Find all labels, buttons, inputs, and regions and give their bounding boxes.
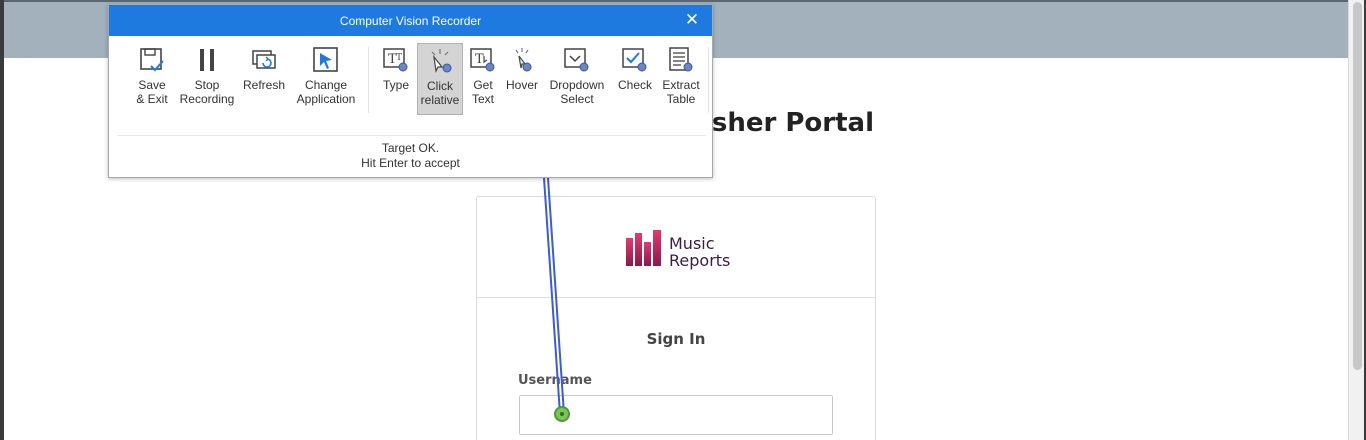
check-icon xyxy=(622,48,647,72)
type-button[interactable]: T T Type xyxy=(375,43,417,115)
logo-section: Music Reports xyxy=(477,197,875,298)
tool-label: Get xyxy=(473,78,493,92)
tool-label: Hover xyxy=(505,78,538,92)
toolbar-separator xyxy=(708,47,709,113)
tool-label: Table xyxy=(666,92,696,106)
recorder-toolbar: Save & Exit Stop Recording Refresh Chang… xyxy=(117,43,709,117)
recorder-divider xyxy=(117,135,706,136)
tool-label: Select xyxy=(560,92,594,106)
stop-recording-button[interactable]: Stop Recording xyxy=(175,43,239,115)
close-icon[interactable]: ✕ xyxy=(682,10,702,30)
tool-label: Application xyxy=(296,92,356,106)
tool-label: Extract xyxy=(662,78,700,92)
refresh-button[interactable]: Refresh xyxy=(239,43,289,115)
extract-table-button[interactable]: Extract Table xyxy=(658,43,704,115)
music-reports-logo-icon xyxy=(626,230,661,266)
tool-label: Refresh xyxy=(242,78,286,92)
dropdown-select-button[interactable]: Dropdown Select xyxy=(545,43,609,115)
tool-label: & Exit xyxy=(136,92,168,106)
hover-button[interactable]: Hover xyxy=(502,43,542,115)
type-icon: T T xyxy=(383,48,408,72)
logo-text-line2: Reports xyxy=(669,251,731,270)
tool-label: Stop xyxy=(194,78,220,92)
recorder-title: Computer Vision Recorder xyxy=(339,14,482,28)
tool-label: Click xyxy=(427,79,453,93)
tool-label: Text xyxy=(471,92,494,106)
tool-label: Type xyxy=(382,78,409,92)
recorder-status: Target OK. Hit Enter to accept xyxy=(109,141,712,171)
hover-icon xyxy=(515,48,532,72)
pause-icon xyxy=(200,49,214,71)
tool-label: Change xyxy=(304,78,348,92)
status-line2: Hit Enter to accept xyxy=(361,156,460,170)
tool-label: relative xyxy=(420,93,460,107)
check-button[interactable]: Check xyxy=(613,43,657,115)
save-exit-button[interactable]: Save & Exit xyxy=(121,43,183,115)
get-text-button[interactable]: T Get Text xyxy=(465,43,501,115)
username-label: Username xyxy=(518,373,592,388)
click-relative-button[interactable]: Click relative xyxy=(417,43,463,115)
recorder-titlebar[interactable]: Computer Vision Recorder ✕ xyxy=(109,5,712,36)
svg-text:T: T xyxy=(475,52,484,67)
logo-text-line1: Music xyxy=(669,234,715,253)
scrollbar-thumb[interactable] xyxy=(1353,2,1362,370)
signin-heading: Sign In xyxy=(646,330,706,348)
signin-card: Music Reports Sign In Username xyxy=(476,196,876,440)
username-input[interactable] xyxy=(519,395,833,435)
tool-label: Dropdown xyxy=(549,78,605,92)
recorder-window: Computer Vision Recorder ✕ Save & Exit S… xyxy=(108,4,713,178)
change-application-button[interactable]: Change Application xyxy=(292,43,360,115)
status-line1: Target OK. xyxy=(381,141,440,155)
toolbar-separator xyxy=(368,47,369,113)
refresh-icon xyxy=(252,50,276,69)
table-icon xyxy=(669,47,693,72)
dropdown-icon xyxy=(564,48,589,72)
logo-text: Music Reports xyxy=(669,235,730,269)
tool-label: Recording xyxy=(179,92,235,106)
save-icon xyxy=(140,48,164,72)
get-text-icon: T xyxy=(470,48,495,72)
cursor-window-icon xyxy=(313,47,338,72)
svg-text:T: T xyxy=(396,53,402,63)
tool-label: Save xyxy=(138,78,166,92)
click-relative-icon xyxy=(431,49,452,73)
tool-label: Check xyxy=(617,78,652,92)
